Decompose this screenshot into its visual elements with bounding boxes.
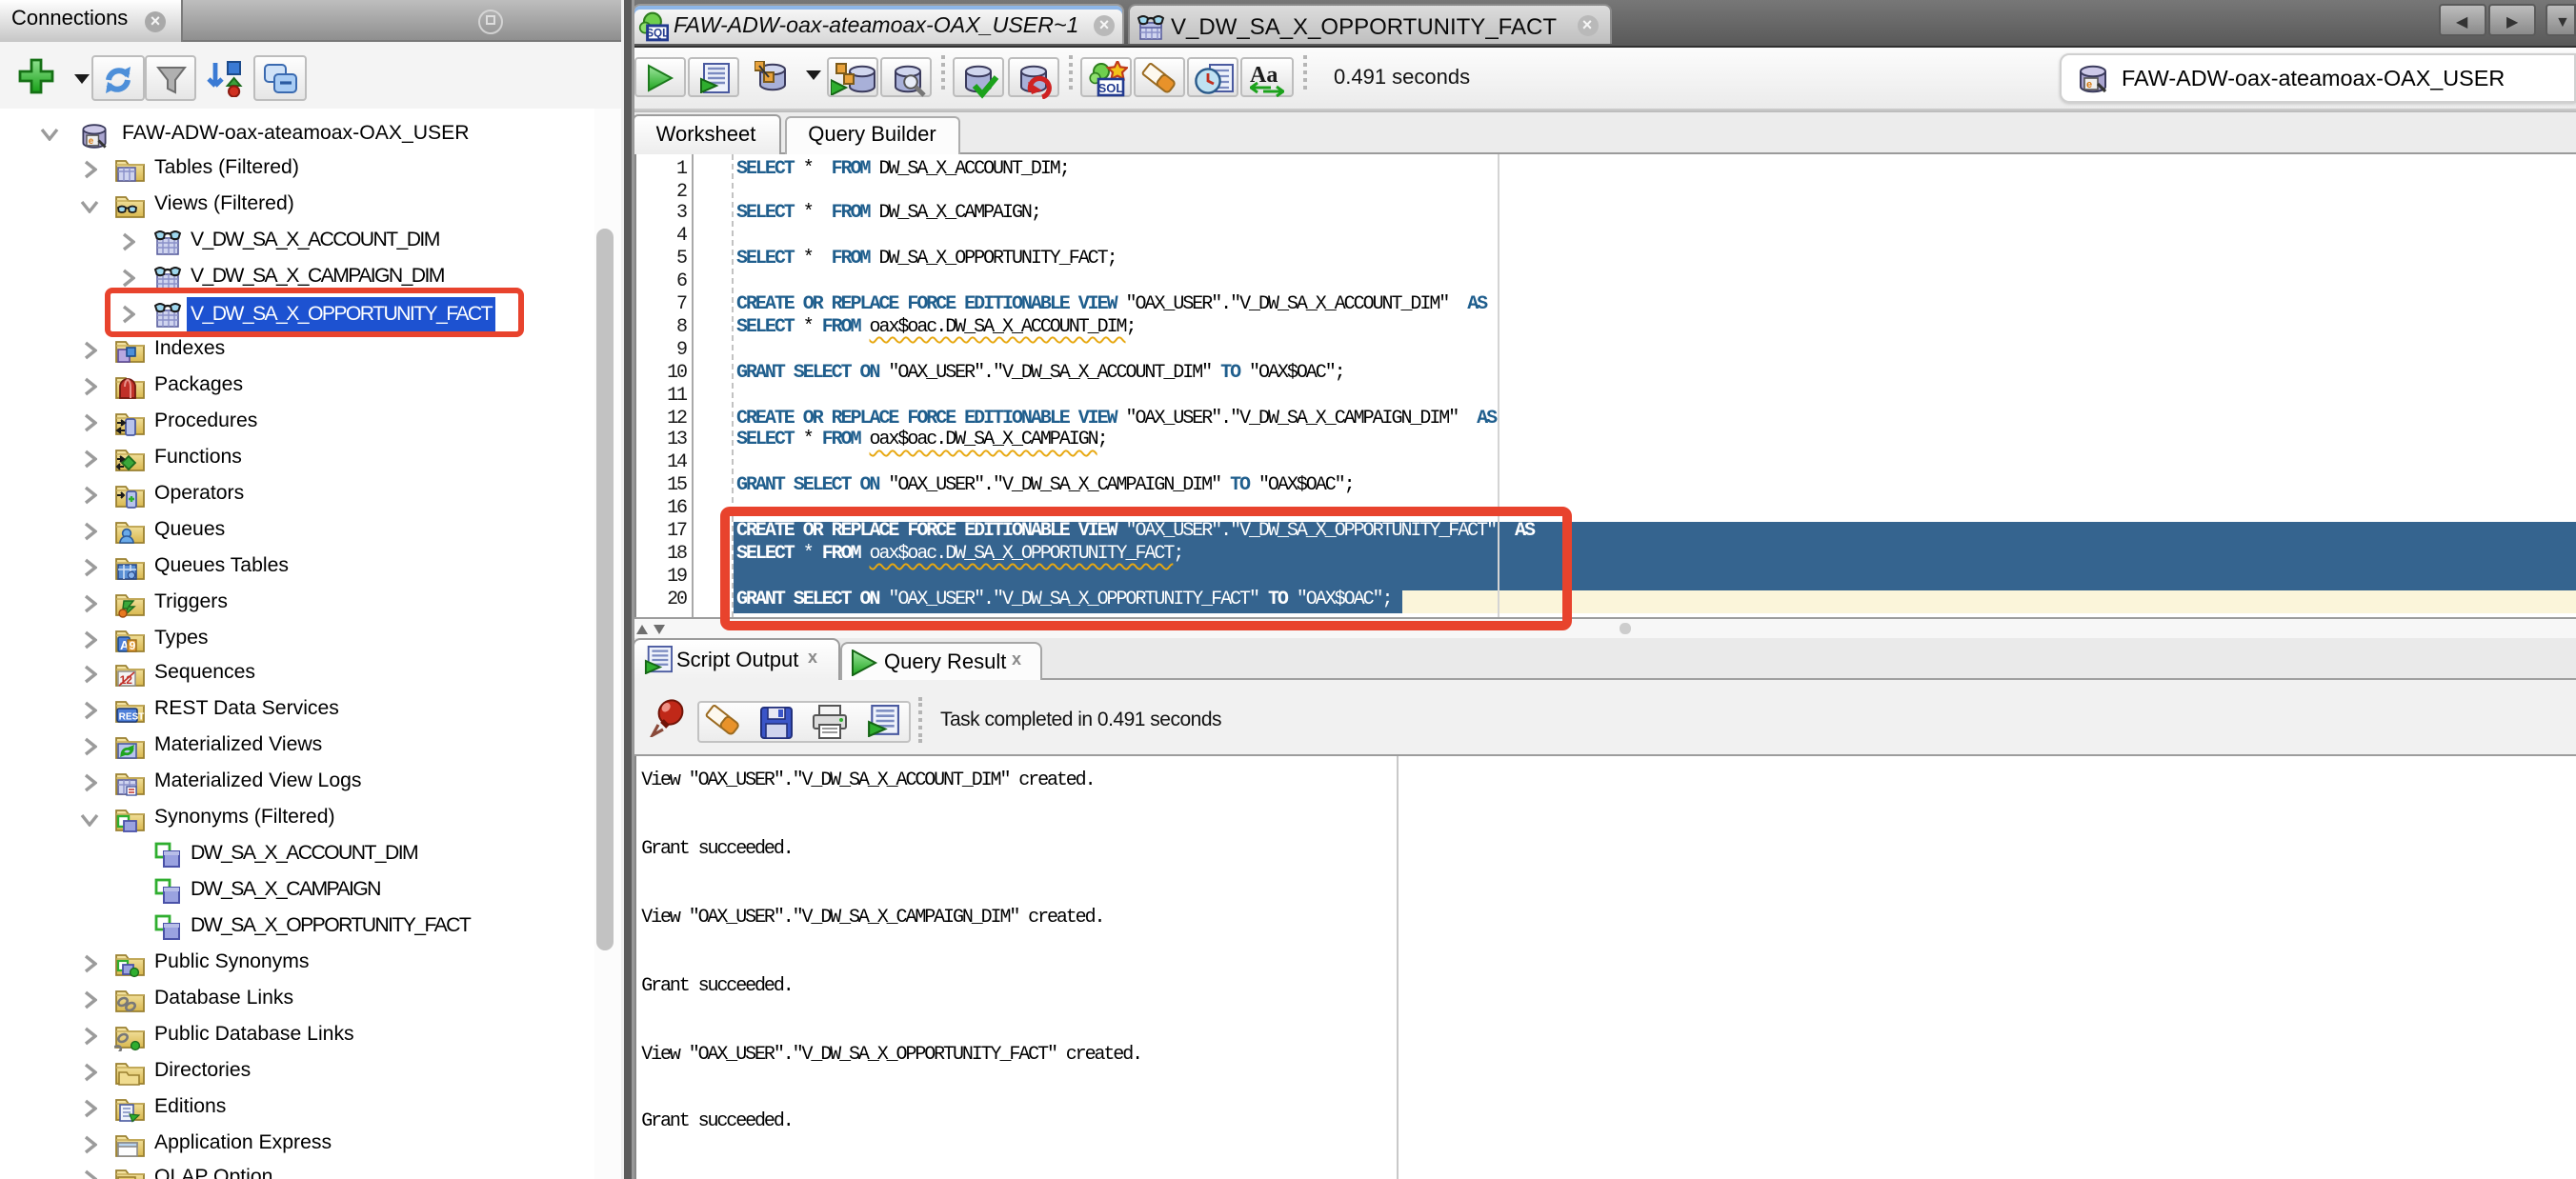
svg-text:SOL: SOL <box>1098 80 1124 94</box>
svg-text:e: e <box>2085 79 2091 90</box>
svg-text:SQL: SQL <box>645 27 668 39</box>
svg-text:e: e <box>89 135 94 146</box>
svg-text:9: 9 <box>130 638 136 651</box>
svg-text:REST: REST <box>119 712 145 723</box>
